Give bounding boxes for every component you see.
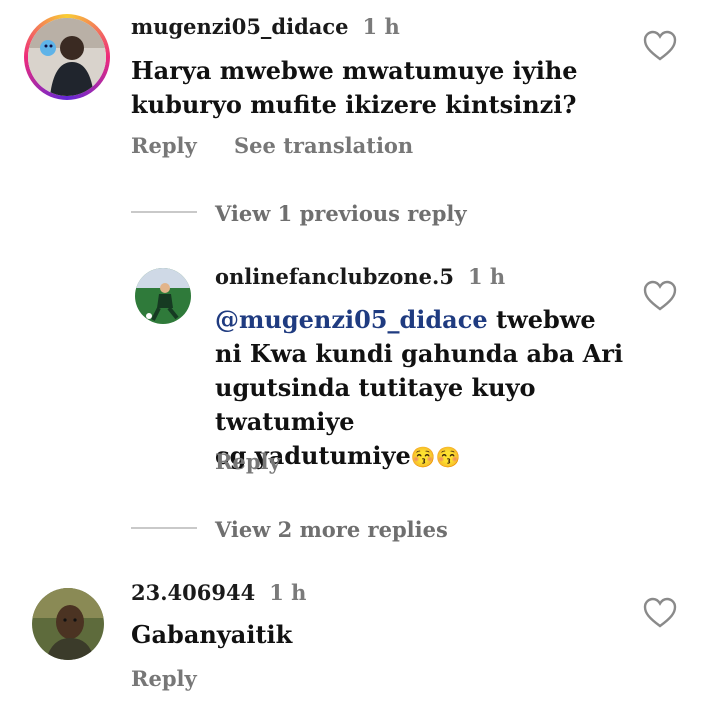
comment-username[interactable]: 23.406944 xyxy=(131,580,255,605)
heart-icon[interactable] xyxy=(643,30,677,62)
reply-button[interactable]: Reply xyxy=(131,666,197,691)
reply-button[interactable]: Reply xyxy=(131,133,197,158)
comment-time: 1 h xyxy=(362,14,400,39)
reply-button[interactable]: Reply xyxy=(215,449,281,474)
comment-text: Harya mwebwe mwatumuye iyihe kuburyo muf… xyxy=(131,56,578,119)
thread-divider xyxy=(131,211,197,213)
reply-time: 1 h xyxy=(467,264,506,289)
reply-text-line: twebwe xyxy=(487,305,596,334)
view-previous-replies-button[interactable]: View 1 previous reply xyxy=(215,201,467,226)
heart-icon[interactable] xyxy=(643,597,677,629)
comment-text: Gabanyaitik xyxy=(131,620,293,649)
view-more-replies-button[interactable]: View 2 more replies xyxy=(215,517,448,542)
avatar[interactable] xyxy=(135,268,191,324)
reply-text-line: ni Kwa kundi gahunda aba Ari xyxy=(215,339,624,368)
comment-time: 1 h xyxy=(269,580,307,605)
story-ring[interactable] xyxy=(24,14,110,100)
mention-link[interactable]: @mugenzi05_didace xyxy=(215,305,488,334)
comment-username[interactable]: mugenzi05_didace xyxy=(131,14,349,39)
reply-text-line: ugutsinda tutitaye kuyo twatumiye xyxy=(215,373,536,436)
reply-username[interactable]: onlinefanclubzone.5 xyxy=(215,264,454,289)
kissing-emoji: 😚😚 xyxy=(410,445,461,469)
thread-divider xyxy=(131,527,197,529)
avatar xyxy=(28,18,106,96)
avatar[interactable] xyxy=(32,588,104,660)
see-translation-button[interactable]: See translation xyxy=(234,133,413,158)
heart-icon[interactable] xyxy=(643,280,677,312)
